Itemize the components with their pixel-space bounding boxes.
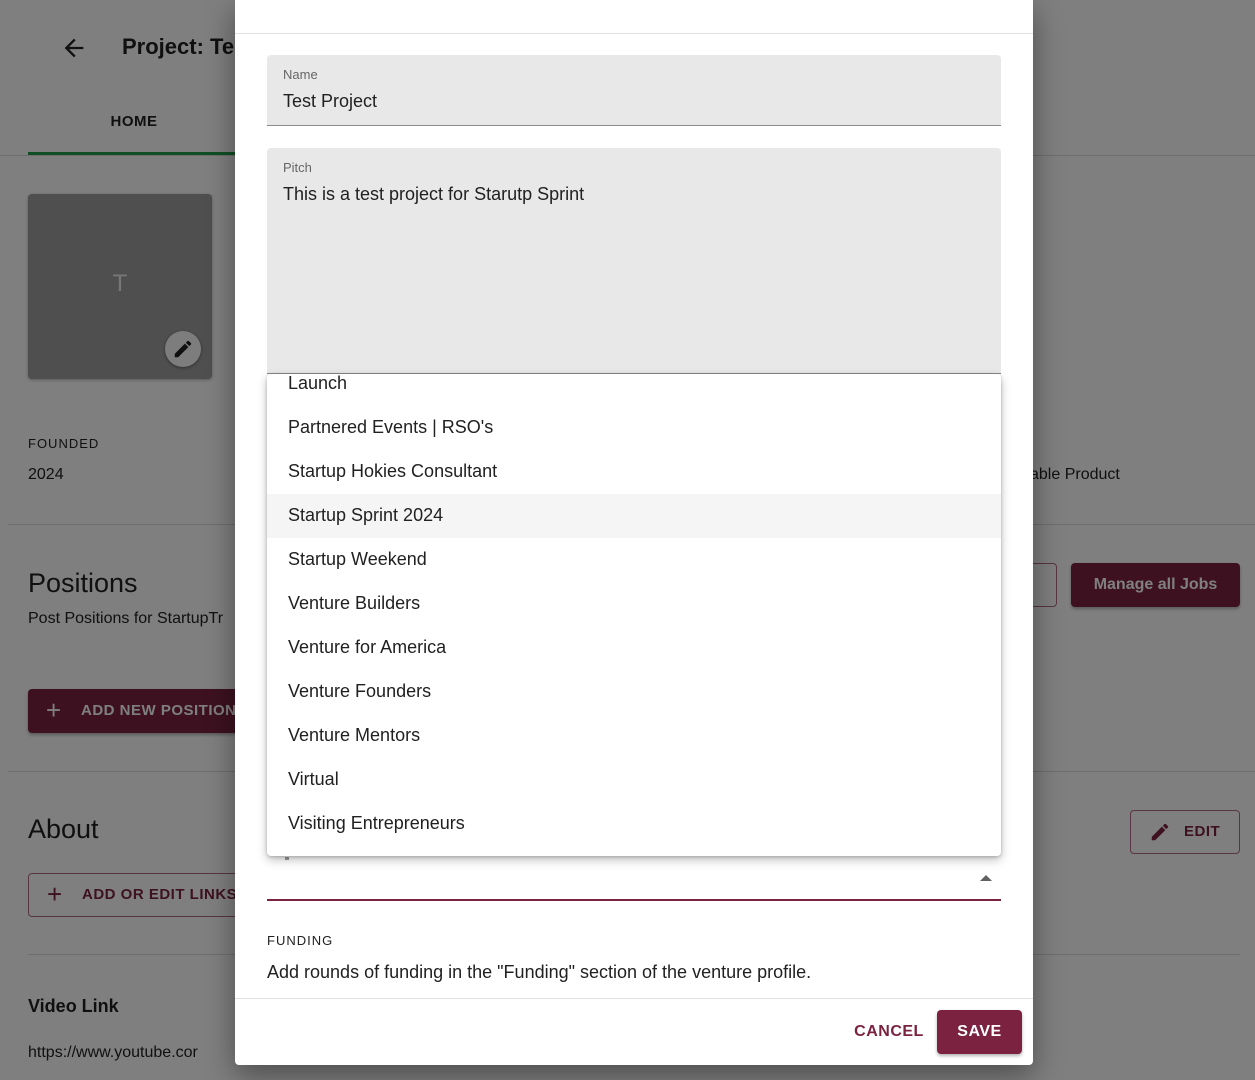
menu-item-label: Visiting Entrepreneurs bbox=[288, 813, 465, 833]
cancel-button[interactable]: CANCEL bbox=[841, 1012, 937, 1052]
select-label-fragment bbox=[285, 857, 289, 860]
menu-item[interactable]: Visiting Entrepreneurs bbox=[267, 802, 1001, 846]
name-field-value[interactable]: Test Project bbox=[283, 91, 377, 112]
menu-item-label: Startup Hokies Consultant bbox=[288, 461, 498, 481]
dialog-footer-divider bbox=[235, 998, 1033, 999]
name-field-label: Name bbox=[283, 67, 318, 82]
funding-text: Add rounds of funding in the "Funding" s… bbox=[267, 962, 812, 982]
pitch-field-label: Pitch bbox=[283, 160, 312, 175]
pitch-field-value[interactable]: This is a test project for Starutp Sprin… bbox=[283, 184, 584, 205]
pitch-field[interactable]: Pitch This is a test project for Starutp… bbox=[267, 148, 1001, 374]
menu-item[interactable]: Venture for America bbox=[267, 626, 1001, 670]
dialog-header-divider bbox=[235, 33, 1033, 34]
menu-item-label: Launch bbox=[288, 374, 348, 393]
edit-project-dialog: Name Test Project Pitch This is a test p… bbox=[235, 0, 1033, 1065]
menu-item-label: Venture Mentors bbox=[288, 725, 421, 745]
menu-item[interactable]: Startup Hokies Consultant bbox=[267, 450, 1001, 494]
funding-label: FUNDING bbox=[267, 933, 334, 948]
menu-item-highlighted[interactable]: Startup Sprint 2024 bbox=[267, 494, 1001, 538]
save-button[interactable]: SAVE bbox=[937, 1010, 1022, 1054]
select-underline bbox=[267, 899, 1001, 901]
menu-item[interactable]: Partnered Events | RSO's bbox=[267, 406, 1001, 450]
menu-item[interactable]: Venture Founders bbox=[267, 670, 1001, 714]
menu-item-label: Venture Founders bbox=[288, 681, 432, 701]
menu-item-label: Virtual bbox=[288, 769, 339, 789]
menu-item[interactable]: Venture Builders bbox=[267, 582, 1001, 626]
name-field[interactable]: Name Test Project bbox=[267, 55, 1001, 126]
menu-item-label: Startup Weekend bbox=[288, 549, 427, 569]
menu-item[interactable]: Startup Weekend bbox=[267, 538, 1001, 582]
menu-item[interactable]: Launch bbox=[267, 374, 1001, 406]
menu-item-label: Partnered Events | RSO's bbox=[288, 417, 494, 437]
dropdown-menu: Launch Partnered Events | RSO's Startup … bbox=[267, 374, 1001, 856]
menu-item-label: Venture for America bbox=[288, 637, 447, 657]
menu-item-label: Startup Sprint 2024 bbox=[288, 505, 444, 525]
menu-item[interactable]: Virtual bbox=[267, 758, 1001, 802]
caret-up-icon[interactable] bbox=[980, 875, 992, 881]
menu-item-label: Venture Builders bbox=[288, 593, 421, 613]
menu-item[interactable]: Venture Mentors bbox=[267, 714, 1001, 758]
